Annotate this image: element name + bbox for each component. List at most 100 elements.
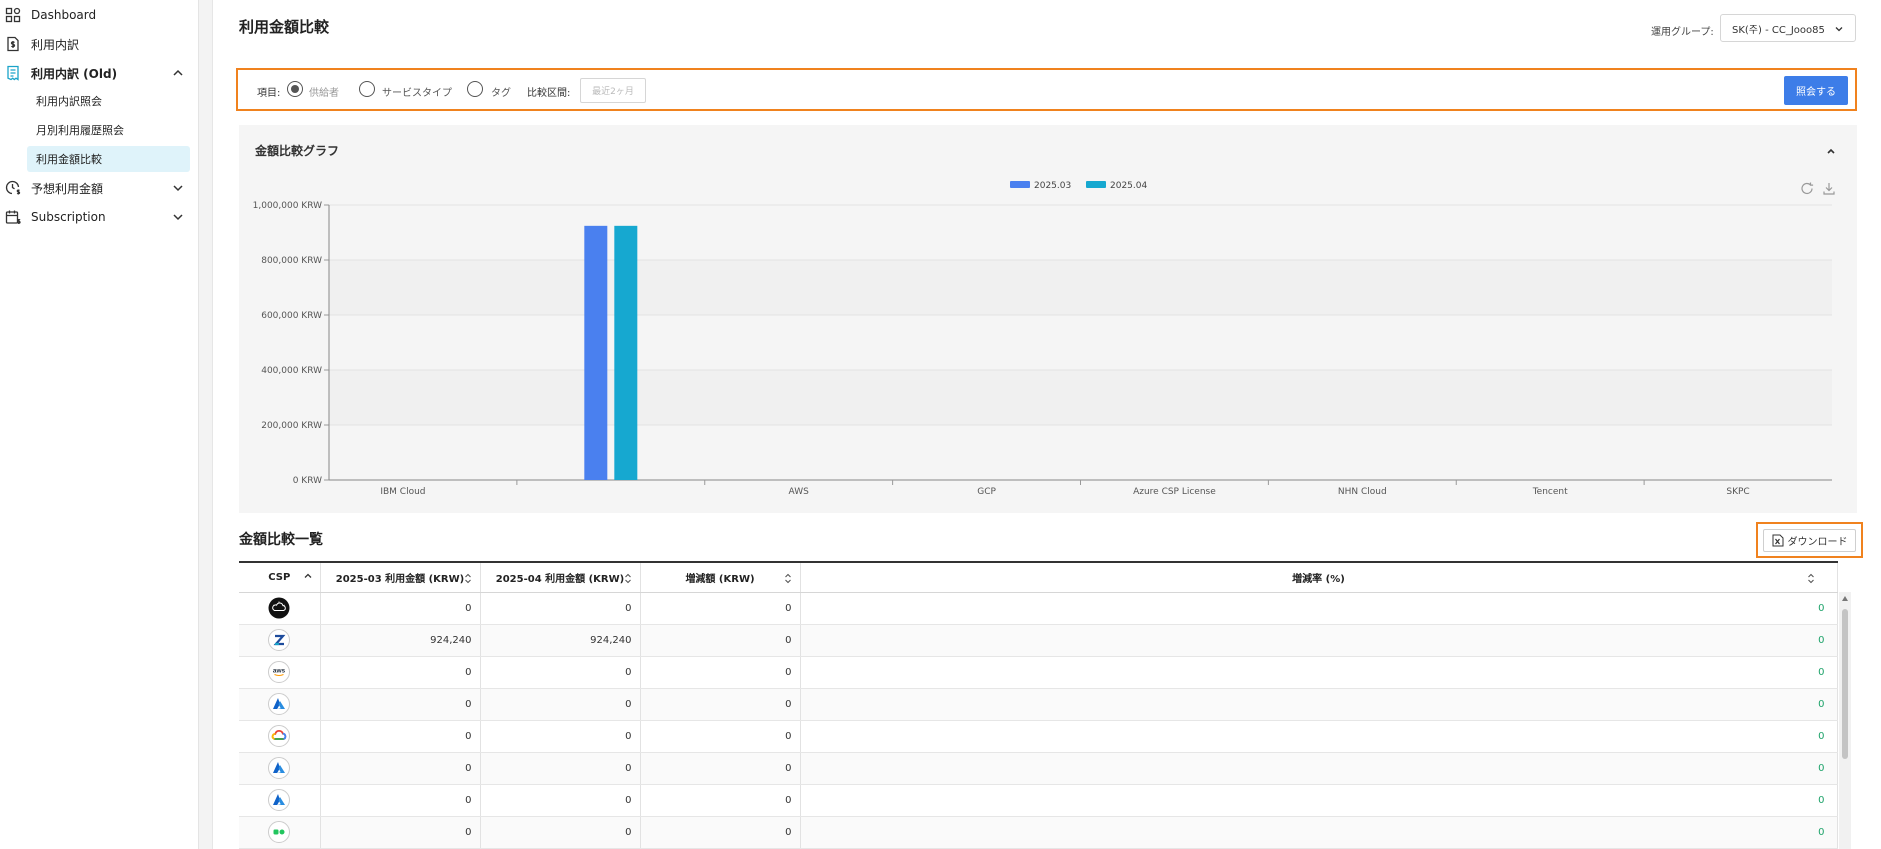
sidebar-scrollbar[interactable] — [199, 0, 213, 849]
radio-service-type-label[interactable]: サービスタイプ — [382, 84, 452, 99]
amount-2025-03-cell: 0 — [320, 656, 481, 689]
download-label: ダウンロード — [1787, 537, 1848, 548]
group-label: 運用グループ: — [1651, 27, 1714, 38]
radio-service-type[interactable] — [359, 81, 375, 97]
table-row[interactable]: 924,240 924,240 0 0 — [239, 624, 1838, 657]
comparison-table: CSP 2025-03 利用金額 (KRW) 2025-04 利用金額 (KRW… — [239, 561, 1838, 849]
chevron-down-icon — [1835, 27, 1843, 32]
scrollbar-thumb[interactable] — [1842, 609, 1848, 759]
diff-cell: 0 — [640, 752, 801, 785]
chevron-up-icon[interactable] — [1826, 146, 1836, 156]
gcp-logo — [268, 725, 291, 747]
amount-2025-03-cell: 0 — [320, 688, 481, 721]
period-select[interactable]: 最近2ヶ月 — [580, 78, 646, 103]
sort-icon[interactable] — [624, 573, 632, 584]
table-row[interactable]: 0000 — [239, 688, 1838, 721]
dollar-doc-icon — [7, 36, 19, 52]
radio-supplier-label[interactable]: 供給者 — [309, 84, 339, 99]
grid-band — [329, 425, 1832, 480]
x-tick-label: AWS — [789, 487, 810, 497]
radio-tag-label[interactable]: タグ — [491, 84, 511, 99]
table-row[interactable]: 0000 — [239, 816, 1838, 849]
csp-cell — [239, 784, 321, 817]
nhn-cloud-logo — [268, 821, 291, 843]
refresh-icon[interactable] — [1801, 182, 1814, 195]
legend-swatch[interactable] — [1086, 181, 1106, 188]
x-tick-label: IBM Cloud — [380, 487, 425, 497]
sidebar-item-forecast[interactable]: 予想利用金額 — [0, 175, 198, 201]
calendar-dollar-icon — [5, 210, 21, 224]
y-tick-label: 800,000 KRW — [261, 256, 322, 266]
column-header-rate[interactable]: 増減率 (%) — [800, 561, 1838, 593]
excel-icon — [1772, 534, 1783, 547]
column-header-2025-03[interactable]: 2025-03 利用金額 (KRW) — [320, 561, 481, 593]
y-tick-label: 0 KRW — [293, 476, 322, 486]
table-row[interactable]: 0000 — [239, 720, 1838, 753]
sidebar-item-label: Subscription — [31, 210, 106, 224]
radio-tag[interactable] — [467, 81, 483, 97]
column-header-label: 2025-03 利用金額 (KRW) — [335, 573, 465, 585]
legend-label[interactable]: 2025.04 — [1110, 181, 1147, 191]
sort-icon[interactable] — [784, 573, 792, 584]
amount-2025-03-cell: 0 — [320, 592, 481, 625]
table-row[interactable]: 0000 — [239, 592, 1838, 625]
search-button[interactable]: 照会する — [1784, 76, 1848, 105]
bar-2025.03[interactable] — [584, 225, 608, 480]
aws-logo: aws — [268, 661, 291, 683]
amount-2025-03-cell: 0 — [320, 816, 481, 849]
azure-logo — [268, 757, 291, 779]
column-header-label: 増減率 (%) — [1292, 573, 1345, 585]
sidebar-subitem-label: 利用金額比較 — [36, 153, 102, 166]
bar-chart: 0 KRW 200,000 KRW 400,000 KRW 600,000 KRW 80… — [253, 181, 1835, 497]
x-tick-label: GCP — [977, 487, 996, 497]
table-title: 金額比較一覧 — [239, 532, 323, 548]
column-header-2025-04[interactable]: 2025-04 利用金額 (KRW) — [480, 561, 641, 593]
page-title: 利用金額比較 — [239, 18, 330, 36]
table-row[interactable]: aws 0 0 0 0 — [239, 656, 1838, 689]
radio-supplier[interactable] — [287, 81, 303, 97]
download-button[interactable]: ダウンロード — [1763, 529, 1856, 552]
sidebar-item-label: 予想利用金額 — [31, 181, 104, 196]
sidebar-item-usage[interactable]: 利用内訳 — [0, 31, 198, 57]
scroll-up-icon[interactable] — [1842, 596, 1848, 601]
table-row[interactable]: 0000 — [239, 752, 1838, 785]
y-tick-label: 200,000 KRW — [261, 421, 322, 431]
sort-icon[interactable] — [1807, 573, 1815, 584]
sidebar-subitem-cost-comparison[interactable]: 利用金額比較 — [27, 146, 190, 172]
diff-cell: 0 — [640, 688, 801, 721]
sidebar-subitem-monthly-history[interactable]: 月別利用履歴照会 — [27, 117, 190, 143]
rate-cell: 0 — [800, 784, 1838, 817]
sidebar-subitem-usage-inquiry[interactable]: 利用内訳照会 — [27, 88, 190, 114]
chart-panel: 0 KRW 200,000 KRW 400,000 KRW 600,000 KRW 80… — [239, 125, 1857, 513]
column-header-csp[interactable]: CSP — [239, 561, 321, 593]
sidebar-item-label: Dashboard — [31, 8, 97, 22]
rate-cell: 0 — [800, 816, 1838, 849]
rate-cell: 0 — [800, 720, 1838, 753]
sidebar-item-usage-old[interactable]: 利用内訳 (Old) — [0, 60, 198, 86]
table-scrollbar[interactable] — [1839, 592, 1851, 849]
grid-icon — [5, 7, 21, 23]
filter-bar: 項目: 供給者 サービスタイプ タグ 比較区間: 最近2ヶ月 照会する — [236, 68, 1857, 111]
csp-cell — [239, 752, 321, 785]
grid-band — [329, 370, 1832, 425]
sidebar-subitem-label: 利用内訳照会 — [36, 95, 102, 108]
table-row[interactable]: 0000 — [239, 784, 1838, 817]
bar-2025.04[interactable] — [614, 225, 638, 480]
amount-2025-03-cell: 0 — [320, 720, 481, 753]
amount-2025-04-cell: 0 — [480, 752, 641, 785]
legend-swatch[interactable] — [1010, 181, 1030, 188]
amount-2025-04-cell: 0 — [480, 592, 641, 625]
sort-icon[interactable] — [464, 573, 472, 584]
csp-cell — [239, 720, 321, 753]
sort-asc-icon[interactable] — [304, 573, 312, 584]
sidebar-subitem-label: 月別利用履歴照会 — [36, 124, 124, 137]
group-select[interactable]: SK(주) - CC_Jooo85 — [1720, 14, 1856, 42]
column-header-diff[interactable]: 増減額 (KRW) — [640, 561, 801, 593]
download-icon[interactable] — [1823, 183, 1835, 195]
svg-text:aws: aws — [273, 668, 286, 675]
sidebar-item-dashboard[interactable]: Dashboard — [0, 2, 198, 28]
grid-band — [329, 315, 1832, 370]
z-logo — [268, 629, 291, 651]
legend-label[interactable]: 2025.03 — [1034, 181, 1071, 191]
sidebar-item-subscription[interactable]: Subscription — [0, 204, 198, 230]
